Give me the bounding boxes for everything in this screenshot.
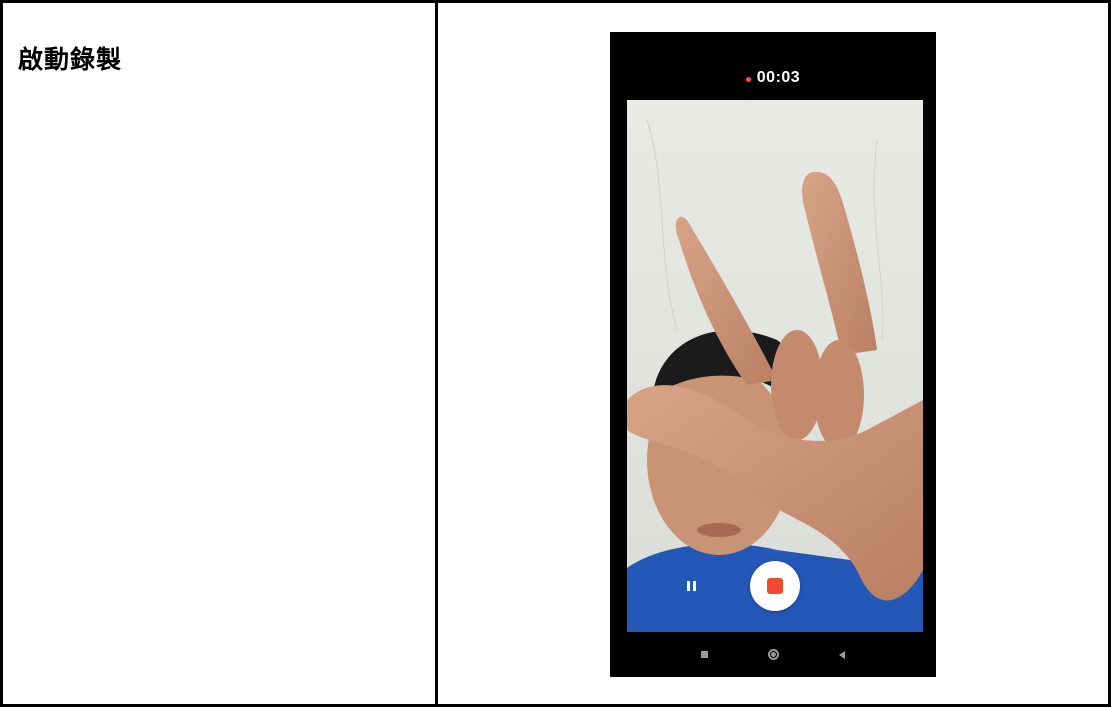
pause-icon [686, 581, 696, 591]
instruction-table: 啟動錄製 00:03 [0, 0, 1111, 707]
back-icon[interactable] [839, 650, 845, 659]
recording-dot-icon [745, 77, 751, 82]
android-nav-bar [610, 632, 936, 677]
step-label: 啟動錄製 [18, 45, 123, 74]
recording-timer: 00:03 [756, 69, 801, 86]
stop-recording-button[interactable] [750, 561, 800, 611]
camera-preview-image [627, 100, 923, 632]
phone-screenshot: 00:03 [610, 32, 936, 677]
table-border-left [0, 0, 3, 707]
table-border-top [0, 0, 1111, 3]
recents-icon[interactable] [701, 651, 708, 658]
stop-icon [767, 578, 783, 594]
home-icon[interactable] [768, 649, 779, 660]
recording-status-bar: 00:03 [610, 32, 936, 100]
table-column-divider [435, 0, 438, 707]
pause-button[interactable] [677, 572, 705, 600]
camera-viewfinder [627, 100, 923, 632]
